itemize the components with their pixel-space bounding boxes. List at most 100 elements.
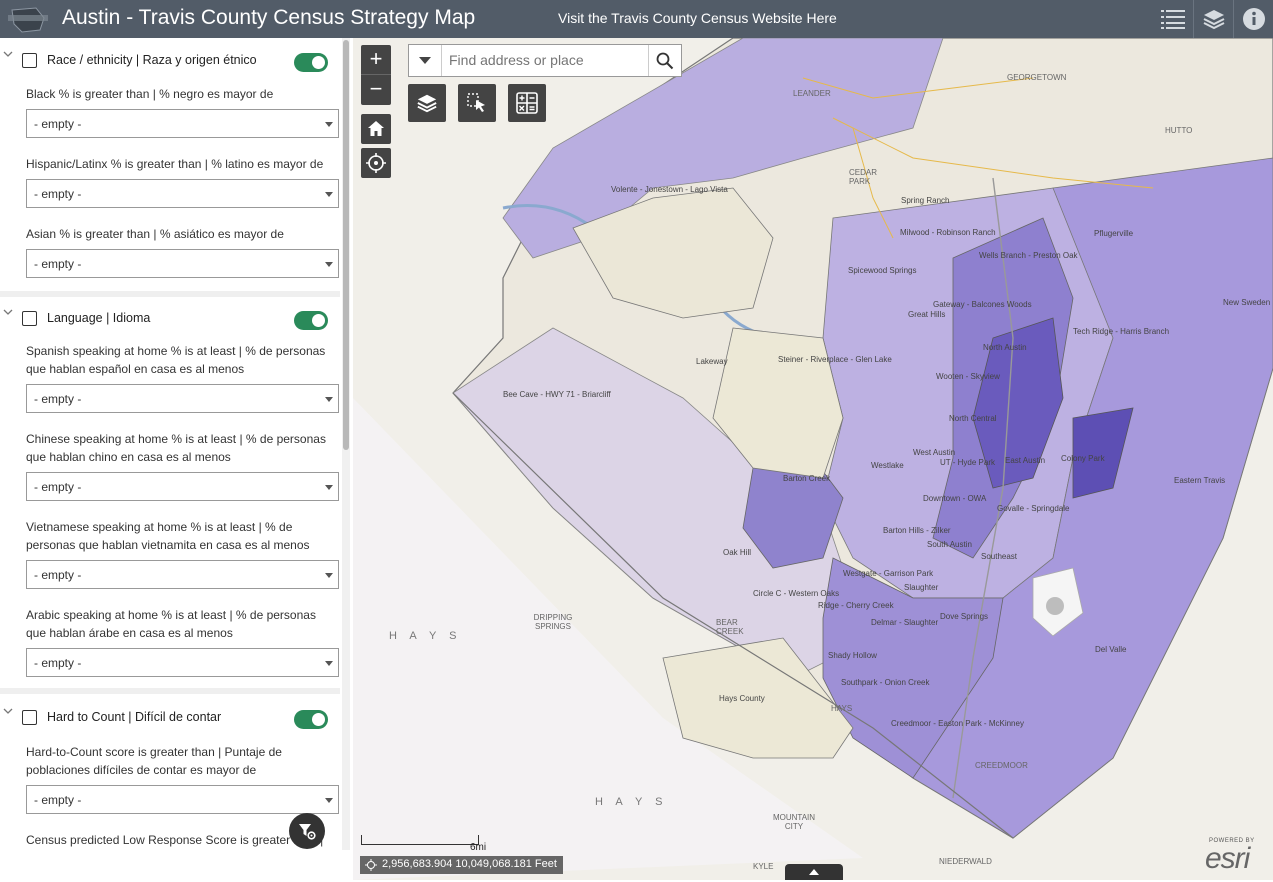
zoom-control: + −	[361, 45, 391, 105]
search-source-dropdown[interactable]	[409, 45, 442, 76]
map-label: Southpark - Onion Creek	[841, 678, 930, 687]
app-root: Austin - Travis County Census Strategy M…	[0, 0, 1273, 882]
map-label: Wells Branch - Preston Oak	[979, 251, 1078, 260]
filter-label: Hispanic/Latinx % is greater than | % la…	[26, 157, 324, 171]
map-canvas[interactable]	[353, 38, 1273, 880]
scrollbar-thumb[interactable]	[343, 40, 349, 450]
map-label: Colony Park	[1061, 454, 1105, 463]
section-divider	[0, 688, 340, 694]
map-label: East Austin	[1005, 456, 1046, 465]
calculator-icon	[516, 92, 538, 114]
map-label: CEDAR PARK	[849, 168, 878, 186]
map-label: Great Hills	[908, 310, 946, 319]
map-label: Govalle - Springdale	[997, 504, 1070, 513]
search-input[interactable]	[449, 52, 645, 68]
scale-label: 6mi	[470, 842, 487, 853]
chevron-down-icon[interactable]	[2, 705, 14, 717]
chevron-down-icon[interactable]	[2, 306, 14, 318]
coordinate-readout[interactable]: 2,956,683.904 10,049,068.181 Feet	[360, 856, 563, 874]
search-button[interactable]	[648, 45, 681, 76]
map-label: West Austin	[913, 448, 956, 457]
zoom-out-button[interactable]: −	[361, 75, 391, 105]
panel-scrollbar[interactable]	[342, 38, 350, 850]
filter-select[interactable]: - empty -	[26, 648, 339, 677]
map-label: Southeast	[981, 552, 1018, 561]
map-label: GEORGETOWN	[1007, 73, 1067, 82]
map-label: HAYS	[831, 704, 853, 713]
map-label: Barton Creek	[783, 474, 831, 483]
select-cursor-icon	[467, 93, 485, 112]
section-title: Language | Idioma	[47, 311, 151, 325]
layer-toggle[interactable]	[294, 710, 328, 729]
home-icon	[368, 121, 384, 136]
chevron-down-icon[interactable]	[2, 48, 14, 60]
calculator-button[interactable]	[508, 84, 546, 122]
map-label: South Austin	[927, 540, 972, 549]
map-label: Spicewood Springs	[848, 266, 917, 275]
map-label: Pflugerville	[1094, 229, 1134, 238]
select-tool-button[interactable]	[458, 84, 496, 122]
map-label: Slaughter	[904, 583, 939, 592]
map-label: H A Y S	[389, 630, 462, 642]
map-label: Lakeway	[696, 357, 728, 366]
people-icon	[22, 53, 37, 68]
map-label: Steiner - Riverplace - Glen Lake	[778, 355, 892, 364]
filter-select[interactable]: - empty -	[26, 560, 339, 589]
filter-settings-button[interactable]	[289, 813, 325, 849]
section-header[interactable]: Race / ethnicity | Raza y origen étnico	[0, 38, 340, 72]
section-race-ethnicity: Race / ethnicity | Raza y origen étnico …	[0, 38, 340, 278]
home-button[interactable]	[361, 114, 391, 144]
caret-up-icon	[809, 869, 819, 875]
filter-select[interactable]: - empty -	[26, 472, 339, 501]
crosshair-icon	[365, 859, 377, 871]
map-view[interactable]: GEORGETOWN LEANDER HUTTO CEDAR PARK Vole…	[353, 38, 1273, 880]
map-label: HUTTO	[1165, 126, 1193, 135]
map-label: Volente - Jonestown - Lago Vista	[611, 185, 728, 194]
map-label: MOUNTAIN CITY	[772, 813, 816, 831]
layer-toggle[interactable]	[294, 53, 328, 72]
section-header[interactable]: Language | Idioma	[0, 296, 340, 330]
map-label: NIEDERWALD	[939, 857, 992, 866]
app-title: Austin - Travis County Census Strategy M…	[62, 6, 476, 29]
map-label: DRIPPING SPRINGS	[533, 613, 573, 631]
locate-icon	[366, 153, 386, 173]
zoom-in-button[interactable]: +	[361, 45, 391, 75]
language-icon	[22, 311, 37, 326]
map-label: Tech Ridge - Harris Branch	[1073, 327, 1170, 336]
section-title: Race / ethnicity | Raza y origen étnico	[47, 53, 257, 67]
map-label: Delmar - Slaughter	[871, 618, 939, 627]
attribution-toggle[interactable]	[785, 864, 843, 880]
filter-panel: Race / ethnicity | Raza y origen étnico …	[0, 38, 353, 850]
filter-label: Hard-to-Count score is greater than | Pu…	[26, 745, 282, 777]
map-label: Barton Hills - Zilker	[883, 526, 951, 535]
map-label: New Sweden	[1223, 298, 1271, 307]
map-label: Ridge - Cherry Creek	[818, 601, 894, 610]
filter-select[interactable]: - empty -	[26, 785, 339, 814]
map-label: Bee Cave - HWY 71 - Briarcliff	[503, 390, 611, 399]
census-website-link[interactable]: Visit the Travis County Census Website H…	[558, 10, 837, 26]
locate-button[interactable]	[361, 148, 391, 178]
filter-select[interactable]: - empty -	[26, 109, 339, 138]
filter-label: Arabic speaking at home % is at least | …	[26, 608, 316, 640]
layers-icon[interactable]	[1193, 0, 1233, 38]
esri-logo: POWERED BY esri	[1203, 838, 1265, 875]
layer-toggle[interactable]	[294, 311, 328, 330]
map-label: BEAR CREEK	[716, 618, 744, 636]
filter-select[interactable]: - empty -	[26, 179, 339, 208]
map-label: Creedmoor - Easton Park - McKinney	[891, 719, 1024, 728]
app-header: Austin - Travis County Census Strategy M…	[0, 0, 1273, 38]
map-label: North Central	[949, 414, 997, 423]
list-icon[interactable]	[1153, 0, 1193, 38]
map-label: CREEDMOOR	[975, 761, 1028, 770]
filter-select[interactable]: - empty -	[26, 249, 339, 278]
info-icon[interactable]	[1233, 0, 1273, 38]
esri-wordmark: esri	[1205, 842, 1250, 875]
map-label: Hays County	[719, 694, 765, 703]
coordinate-text: 2,956,683.904 10,049,068.181 Feet	[382, 858, 557, 870]
search-icon	[656, 52, 674, 69]
section-header[interactable]: Hard to Count | Difícil de contar	[0, 695, 340, 729]
layer-list-button[interactable]	[408, 84, 446, 122]
first-icon	[22, 710, 37, 725]
map-label: Eastern Travis	[1174, 476, 1226, 485]
filter-select[interactable]: - empty -	[26, 384, 339, 413]
